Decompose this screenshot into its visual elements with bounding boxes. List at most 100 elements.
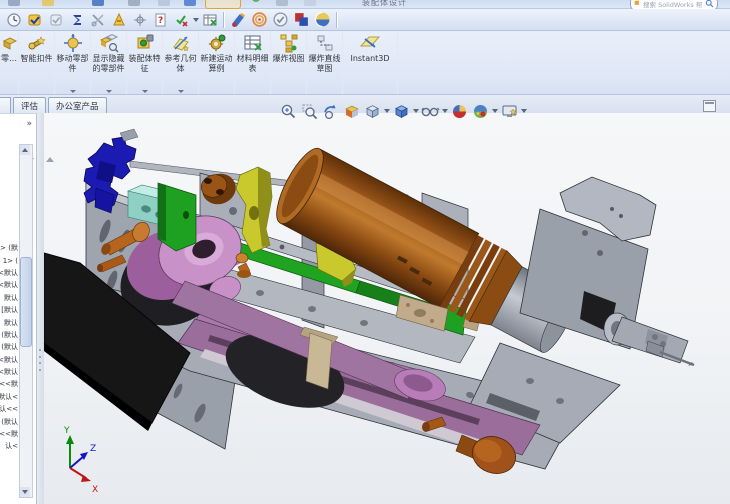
tree-item[interactable]: (默认 — [0, 329, 18, 341]
graphics-viewport[interactable]: Y Z X — [0, 113, 730, 504]
tree-item[interactable]: <默认 — [0, 279, 18, 291]
tree-scrollbar[interactable] — [19, 144, 33, 498]
tree-item[interactable]: 认< — [0, 440, 18, 452]
tree-item[interactable]: [默认 — [0, 304, 18, 316]
section-view-icon[interactable] — [341, 100, 361, 122]
explode-line-sketch-icon — [315, 32, 335, 54]
edit-appearance-icon[interactable] — [449, 100, 469, 122]
move-component-button[interactable]: 移动零部件 — [55, 31, 91, 94]
tree-item[interactable]: 默认 — [0, 292, 18, 304]
tab-partial[interactable] — [0, 97, 11, 113]
tree-item[interactable]: <<默 — [0, 378, 18, 390]
view-settings-icon[interactable] — [499, 100, 519, 122]
check-circle-icon[interactable] — [270, 10, 291, 29]
zoom-to-area-icon[interactable] — [299, 100, 319, 122]
dropdown-arrow-icon[interactable] — [141, 90, 148, 93]
assembly-features-button[interactable]: 装配体特征 — [127, 31, 163, 94]
freeze-scissors-icon[interactable] — [87, 10, 108, 29]
new-motion-study-button[interactable]: 新建运动算例 — [199, 31, 235, 94]
edrawings-globe-icon[interactable] — [312, 10, 333, 29]
hide-show-items-icon[interactable] — [420, 100, 440, 122]
tree-item[interactable]: (默认 — [0, 415, 18, 427]
green-vertical-plate[interactable] — [157, 182, 197, 252]
tree-item[interactable]: 1> (默 — [0, 242, 18, 254]
move-component-icon — [63, 32, 83, 54]
scroll-thumb[interactable] — [20, 257, 32, 347]
tree-item[interactable]: 1> ( — [0, 254, 18, 266]
align-target-icon[interactable] — [129, 10, 150, 29]
assembly-toolbar: ? — [0, 9, 730, 31]
appearance-icon[interactable] — [276, 0, 288, 6]
assemblyxpert-question-icon[interactable]: ? — [150, 10, 171, 29]
toolbar-separator — [223, 11, 225, 28]
tree-item[interactable]: 认<< — [0, 403, 18, 415]
rebuild-icon[interactable] — [184, 0, 196, 6]
dropdown-arrow-icon[interactable] — [105, 90, 112, 93]
show-hidden-components-button[interactable]: 显示隐藏的零部件 — [91, 31, 127, 94]
tree-item[interactable]: <默认 — [0, 354, 18, 366]
dropdown-arrow-icon[interactable] — [177, 90, 184, 93]
exploded-view-button[interactable]: 爆炸视图 — [271, 31, 307, 94]
toolbar-separator — [336, 11, 338, 28]
smart-fasteners-button[interactable]: 智能扣件 — [19, 31, 55, 94]
print-icon[interactable] — [128, 0, 140, 6]
viewport-window-icon[interactable] — [703, 100, 716, 112]
tree-item[interactable]: 默认 — [0, 316, 18, 328]
dropdown-arrow-icon[interactable] — [412, 109, 419, 113]
dropdown-arrow-icon[interactable] — [441, 109, 448, 113]
equations-sigma-icon[interactable] — [66, 10, 87, 29]
photoview-palette-icon[interactable] — [228, 10, 249, 29]
dropdown-arrow-icon[interactable] — [491, 109, 498, 113]
bom-table-icon[interactable] — [199, 10, 220, 29]
apply-scene-icon[interactable] — [470, 100, 490, 122]
scroll-up-button[interactable] — [20, 145, 30, 155]
tree-flyout-arrow-icon[interactable] — [46, 157, 54, 162]
explode-line-sketch-button[interactable]: 爆炸直线草图 — [307, 31, 343, 94]
scroll-down-button[interactable] — [20, 487, 30, 497]
splitter-grip[interactable] — [39, 349, 42, 371]
interference-cone-icon[interactable] — [108, 10, 129, 29]
performance-clock-icon[interactable] — [3, 10, 24, 29]
insert-components-button[interactable]: 零… — [0, 31, 19, 94]
options-icon[interactable] — [252, 0, 260, 2]
tree-item[interactable]: <<默 — [0, 428, 18, 440]
motion-rings-icon[interactable] — [249, 10, 270, 29]
assembly-3d-model[interactable]: Y Z X — [0, 113, 730, 504]
new-doc-icon[interactable] — [8, 0, 20, 6]
save-icon[interactable] — [92, 0, 104, 6]
instant3d-icon — [357, 32, 383, 54]
instant3d-button[interactable]: Instant3D — [343, 31, 398, 94]
triad-x-label: X — [92, 485, 98, 495]
bill-of-materials-icon — [243, 32, 263, 54]
expand-chevron[interactable]: » — [26, 119, 32, 129]
feature-manager-panel: » _外 1> (默 1> ( <默认 <默认 默认 [默认 默认 (默认 (默… — [0, 113, 37, 504]
compare-squares-icon[interactable] — [291, 10, 312, 29]
display-style-icon[interactable] — [391, 100, 411, 122]
dropdown-arrow-icon[interactable] — [192, 10, 199, 29]
checkbox-icon[interactable] — [45, 10, 66, 29]
view-orientation-icon[interactable] — [362, 100, 382, 122]
tree-item[interactable]: 默认< — [0, 391, 18, 403]
reference-geometry-button[interactable]: 参考几何体 — [163, 31, 199, 94]
tree-item[interactable]: <默认 — [0, 366, 18, 378]
search-icon[interactable] — [705, 0, 714, 8]
dropdown-arrow-icon[interactable] — [383, 109, 390, 113]
measure-check-icon[interactable] — [171, 10, 192, 29]
bill-of-materials-button[interactable]: 材料明细表 — [235, 31, 271, 94]
tree-item[interactable]: (默认 — [0, 341, 18, 353]
tree-item[interactable]: <默认 — [0, 267, 18, 279]
search-placeholder: 搜索 SolidWorks 帮助 — [643, 0, 703, 9]
dropdown-arrow-icon[interactable] — [520, 109, 527, 113]
panel-splitter[interactable] — [37, 113, 44, 504]
undo-icon[interactable] — [158, 0, 170, 6]
tab-office-products[interactable]: 办公室产品 — [48, 97, 107, 113]
open-folder-icon[interactable] — [42, 0, 54, 6]
exploded-view-icon — [279, 32, 299, 54]
zoom-to-fit-icon[interactable] — [278, 100, 298, 122]
verification-check-icon[interactable] — [24, 10, 45, 29]
select-tool-highlight[interactable] — [205, 0, 241, 9]
tab-evaluate[interactable]: 评估 — [13, 97, 47, 113]
dropdown-arrow-icon[interactable] — [69, 90, 76, 93]
properties-icon[interactable] — [304, 0, 316, 6]
previous-view-icon[interactable] — [320, 100, 340, 122]
